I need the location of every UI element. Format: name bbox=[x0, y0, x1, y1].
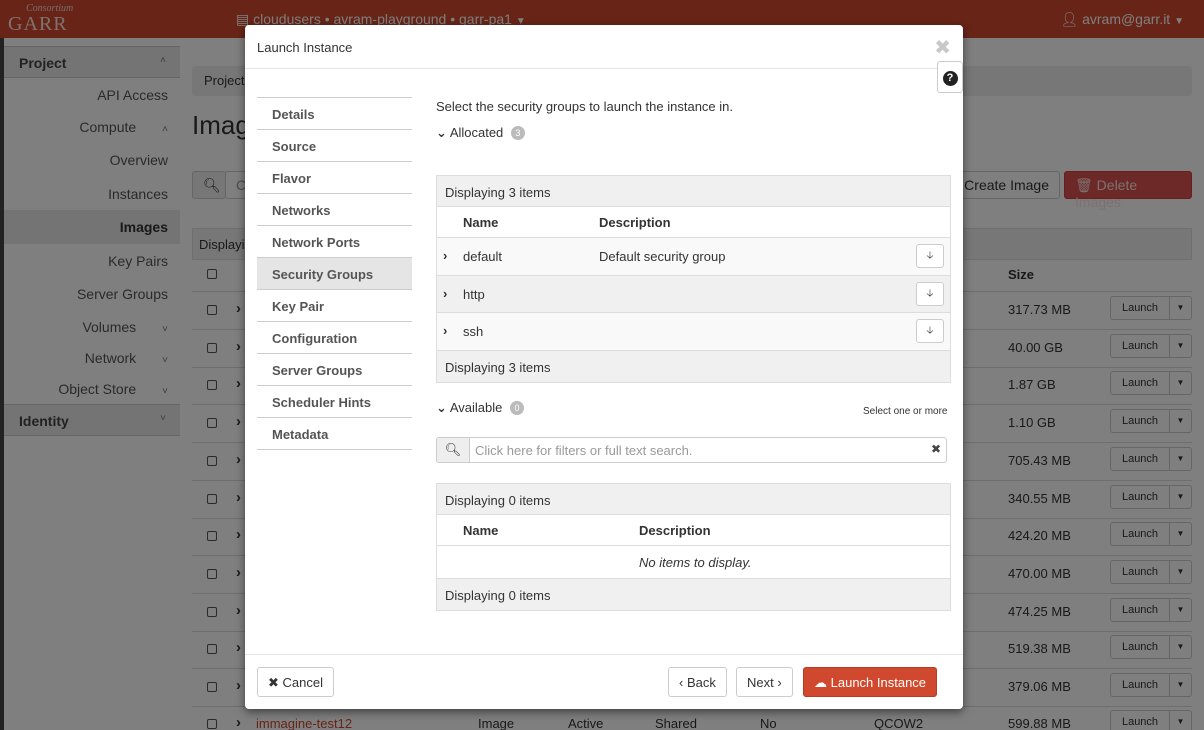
nav-divider bbox=[257, 449, 412, 450]
arrow-down-icon: 🡣 bbox=[926, 250, 934, 261]
wizard-step-key-pair[interactable]: Key Pair bbox=[257, 289, 412, 321]
back-label: Back bbox=[686, 675, 716, 690]
clear-search-icon[interactable]: ✖ bbox=[931, 442, 941, 456]
available-table-header: Name Description bbox=[437, 515, 950, 546]
wizard-step-security-groups[interactable]: Security Groups bbox=[257, 257, 412, 289]
name-column-header[interactable]: Name bbox=[463, 215, 498, 230]
launch-instance-button[interactable]: ☁ Launch Instance bbox=[803, 667, 938, 697]
wizard-step-metadata[interactable]: Metadata bbox=[257, 417, 412, 449]
wizard-step-details[interactable]: Details bbox=[257, 97, 412, 129]
deallocate-button[interactable]: 🡣 bbox=[916, 282, 944, 306]
launch-instance-label: Launch Instance bbox=[830, 675, 927, 690]
row-name: default bbox=[463, 249, 503, 264]
available-hint: Select one or more bbox=[863, 406, 948, 417]
close-icon[interactable]: ✖ bbox=[934, 35, 951, 60]
expand-chevron-icon[interactable]: › bbox=[443, 248, 447, 263]
modal-title: Launch Instance bbox=[257, 40, 353, 55]
allocated-table-header: Name Description bbox=[437, 207, 950, 238]
row-description: Default security group bbox=[599, 249, 726, 264]
back-button[interactable]: ‹ Back bbox=[668, 667, 727, 697]
arrow-down-icon: 🡣 bbox=[926, 288, 934, 299]
available-toggle[interactable]: ⌄ Available 0 bbox=[436, 400, 524, 416]
question-icon: ? bbox=[942, 71, 958, 86]
wizard-nav: Details Source Flavor Networks Network P… bbox=[257, 97, 412, 450]
allocated-caption: Displaying 3 items bbox=[437, 176, 950, 207]
chevron-left-icon: ‹ bbox=[679, 675, 684, 690]
next-button[interactable]: Next › bbox=[736, 667, 793, 697]
deallocate-button[interactable]: 🡣 bbox=[916, 244, 944, 268]
deallocate-button[interactable]: 🡣 bbox=[916, 319, 944, 343]
table-row: › ssh 🡣 bbox=[437, 313, 950, 351]
allocated-toggle[interactable]: ⌄ Allocated 3 bbox=[436, 125, 525, 141]
row-name: ssh bbox=[463, 324, 484, 339]
wizard-step-network-ports[interactable]: Network Ports bbox=[257, 225, 412, 257]
wizard-step-source[interactable]: Source bbox=[257, 129, 412, 161]
search-input[interactable]: Click here for filters or full text sear… bbox=[469, 437, 947, 463]
empty-row: No items to display. bbox=[437, 546, 950, 579]
expand-chevron-icon[interactable]: › bbox=[443, 286, 447, 301]
arrow-down-icon: 🡣 bbox=[926, 325, 934, 336]
close-icon: ✖ bbox=[268, 675, 279, 690]
allocated-count-badge: 3 bbox=[510, 126, 525, 140]
empty-message: No items to display. bbox=[639, 555, 752, 570]
next-label: Next bbox=[747, 675, 774, 690]
expand-chevron-icon[interactable]: › bbox=[443, 323, 447, 338]
description-column-header[interactable]: Description bbox=[639, 523, 711, 538]
search-icon: 🔍︎ bbox=[436, 437, 470, 463]
available-search: 🔍︎ Click here for filters or full text s… bbox=[436, 437, 947, 463]
step-intro: Select the security groups to launch the… bbox=[436, 99, 734, 114]
help-button[interactable]: ? bbox=[937, 61, 963, 93]
available-caption: Displaying 0 items bbox=[437, 484, 950, 515]
chevron-right-icon: › bbox=[777, 675, 782, 690]
cancel-label: Cancel bbox=[282, 675, 323, 690]
chevron-down-icon: ⌄ bbox=[436, 125, 447, 140]
modal-header: Launch Instance ✖ bbox=[245, 25, 963, 69]
modal-footer: ✖ Cancel ‹ Back Next › ☁ Launch Instance bbox=[245, 654, 963, 709]
wizard-step-scheduler-hints[interactable]: Scheduler Hints bbox=[257, 385, 412, 417]
allocated-footer: Displaying 3 items bbox=[437, 351, 950, 382]
cloud-upload-icon: ☁ bbox=[814, 675, 827, 690]
name-column-header[interactable]: Name bbox=[463, 523, 498, 538]
table-row: › default Default security group 🡣 bbox=[437, 238, 950, 276]
wizard-step-networks[interactable]: Networks bbox=[257, 193, 412, 225]
available-footer: Displaying 0 items bbox=[437, 579, 950, 610]
chevron-down-icon: ⌄ bbox=[436, 400, 447, 415]
wizard-step-server-groups[interactable]: Server Groups bbox=[257, 353, 412, 385]
allocated-table: Displaying 3 items Name Description › de… bbox=[436, 175, 951, 383]
wizard-step-configuration[interactable]: Configuration bbox=[257, 321, 412, 353]
table-row: › http 🡣 bbox=[437, 276, 950, 313]
wizard-step-flavor[interactable]: Flavor bbox=[257, 161, 412, 193]
available-label: Available bbox=[449, 400, 503, 415]
available-table: Displaying 0 items Name Description No i… bbox=[436, 483, 951, 611]
allocated-label: Allocated bbox=[449, 125, 504, 140]
launch-instance-modal: Launch Instance ✖ ? Details Source Flavo… bbox=[245, 25, 963, 709]
available-count-badge: 0 bbox=[509, 401, 524, 415]
cancel-button[interactable]: ✖ Cancel bbox=[257, 667, 334, 697]
row-name: http bbox=[463, 287, 485, 302]
description-column-header[interactable]: Description bbox=[599, 215, 671, 230]
